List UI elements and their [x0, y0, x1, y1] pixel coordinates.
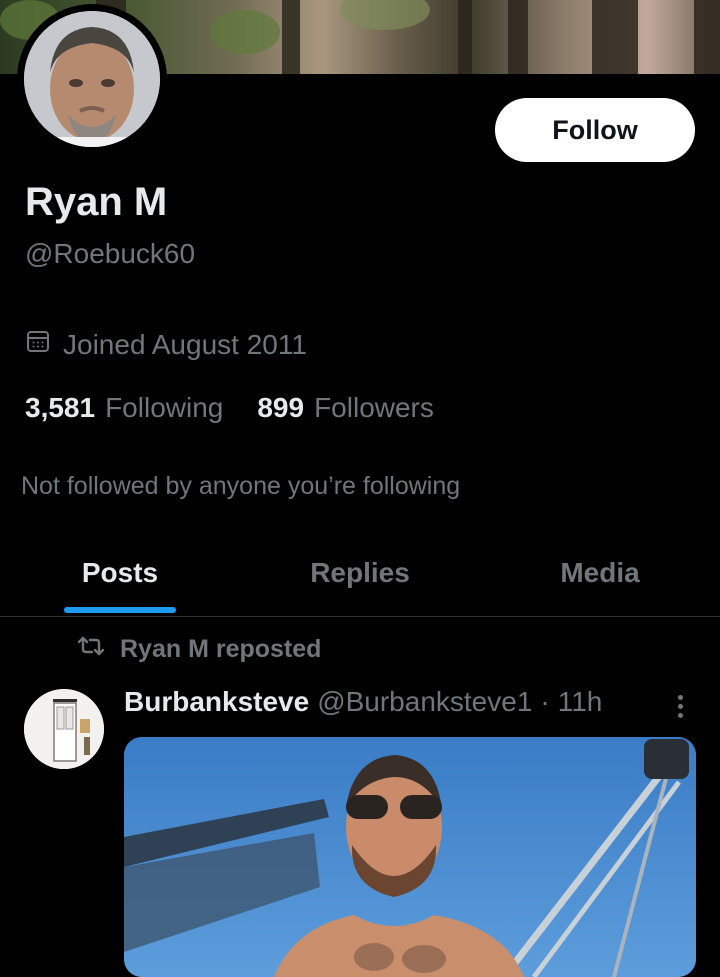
- mutual-followers-note: Not followed by anyone you’re following: [21, 472, 461, 500]
- post-header: Burbanksteve @Burbanksteve1 · 11h: [124, 686, 602, 718]
- profile-stats: 3,581 Following 899 Followers: [25, 392, 434, 424]
- post-image[interactable]: [124, 737, 696, 977]
- repost-label[interactable]: Ryan M reposted: [120, 635, 321, 664]
- active-tab-indicator: [64, 607, 176, 613]
- following-link[interactable]: 3,581 Following: [25, 392, 223, 424]
- post-author-handle[interactable]: @Burbanksteve1: [317, 686, 532, 718]
- post-author-avatar[interactable]: [24, 689, 104, 769]
- joined-date: Joined August 2011: [25, 328, 307, 361]
- profile-tabs: Posts Replies Media: [0, 530, 720, 617]
- tab-posts[interactable]: Posts: [0, 530, 240, 616]
- post-separator: ·: [540, 686, 550, 717]
- profile-handle: @Roebuck60: [25, 238, 196, 269]
- profile-avatar[interactable]: [24, 11, 160, 147]
- profile-avatar-frame: [17, 4, 167, 154]
- repost-icon: [76, 634, 106, 665]
- followers-count: 899: [257, 392, 305, 423]
- tab-replies[interactable]: Replies: [240, 530, 480, 616]
- followers-label: Followers: [314, 392, 434, 423]
- post-author-name[interactable]: Burbanksteve: [124, 686, 309, 718]
- calendar-icon: [25, 328, 51, 361]
- post-time[interactable]: 11h: [558, 686, 603, 718]
- repost-header: Ryan M reposted: [76, 634, 321, 665]
- profile-name: Ryan M: [25, 180, 168, 224]
- followers-link[interactable]: 899 Followers: [257, 392, 434, 424]
- tab-media[interactable]: Media: [480, 530, 720, 616]
- joined-label: Joined August 2011: [63, 328, 307, 360]
- follow-button[interactable]: Follow: [495, 98, 695, 162]
- following-count: 3,581: [25, 392, 96, 423]
- more-vertical-icon[interactable]: [664, 690, 696, 722]
- following-label: Following: [105, 392, 224, 423]
